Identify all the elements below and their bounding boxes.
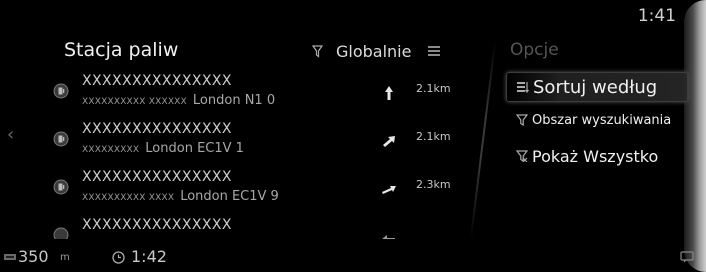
poi-list: XXXXXXXXXXXXXXX XXXXXXXXXX XXXXXX London …: [36, 73, 476, 239]
list-item[interactable]: XXXXXXXXXXXXXXX XXXXXXXXXX XXXX London EC…: [36, 169, 476, 217]
filter-clear-icon: [516, 150, 528, 162]
poi-name: XXXXXXXXXXXXXXX: [82, 73, 232, 89]
poi-address: XXXXXXXXXX XXXX London EC1V 9: [82, 189, 279, 204]
clock: 1:41: [637, 6, 676, 26]
show-all-label: Pokaż Wszystko: [532, 146, 659, 166]
list-item[interactable]: XXXXXXXXXXXXXXX: [36, 217, 476, 239]
list-title: Stacja paliw: [64, 39, 179, 61]
right-up-arrow-icon: [382, 186, 396, 194]
poi-list-panel: Stacja paliw Globalnie XXXXXXXXXXXXXXX X…: [36, 33, 476, 245]
sort-by-label: Sortuj według: [533, 76, 658, 98]
list-header: Stacja paliw Globalnie: [36, 33, 476, 65]
list-item[interactable]: XXXXXXXXXXXXXXX XXXXXXXXXX XXXXXX London …: [36, 73, 476, 121]
fuel-station-icon: [53, 83, 69, 99]
arrival-time: 1:42: [131, 247, 167, 266]
poi-distance: 2.1km: [416, 130, 451, 143]
show-all-option[interactable]: Pokaż Wszystko: [506, 142, 686, 170]
poi-name: XXXXXXXXXXXXXXX: [82, 169, 232, 185]
clock-icon: [112, 251, 125, 264]
poi-address-masked: XXXXXXXXX: [82, 145, 140, 155]
map-scale-value: 350: [18, 247, 49, 266]
list-item[interactable]: XXXXXXXXXXXXXXX XXXXXXXXX London EC1V 1 2…: [36, 121, 476, 169]
filter-icon: [516, 114, 528, 126]
poi-address-location: London N1 0: [192, 93, 276, 108]
map-scale-unit: m: [60, 252, 70, 263]
poi-distance: 2.1km: [416, 82, 451, 95]
poi-address-location: London EC1V 9: [180, 189, 279, 204]
fuel-station-icon: [53, 227, 69, 239]
up-right-arrow-icon: [383, 136, 395, 147]
search-area-option[interactable]: Obszar wyszukiwania: [506, 106, 686, 134]
fuel-station-icon: [53, 179, 69, 195]
poi-address: XXXXXXXXX London EC1V 1: [82, 141, 244, 156]
message-icon[interactable]: [680, 251, 694, 263]
list-menu-icon[interactable]: [428, 46, 440, 56]
search-area-label[interactable]: Globalnie: [336, 42, 411, 61]
search-area-label: Obszar wyszukiwania: [532, 112, 672, 128]
options-title: Opcje: [510, 40, 559, 60]
poi-address-masked: XXXXXXXXXX XXXX: [82, 193, 175, 203]
poi-name: XXXXXXXXXXXXXXX: [82, 217, 232, 233]
sort-list-icon: [517, 82, 529, 93]
poi-address-masked: XXXXXXXXXX XXXXXX: [82, 97, 187, 107]
left-arrow-icon: [382, 235, 395, 239]
navigation-screen: 1:41 ‹ Stacja paliw Globalnie XXXXXXXXXX…: [0, 0, 706, 272]
bottom-status-bar: 350 m 1:42: [0, 245, 706, 272]
poi-distance: 2.3km: [416, 178, 451, 191]
map-scale-icon: [4, 254, 16, 260]
poi-address-location: London EC1V 1: [145, 141, 244, 156]
options-panel: Opcje Sortuj według Obszar wyszukiwania …: [498, 34, 693, 184]
sort-by-option[interactable]: Sortuj według: [506, 72, 688, 102]
back-chevron-icon[interactable]: ‹: [7, 124, 14, 145]
poi-name: XXXXXXXXXXXXXXX: [82, 121, 232, 137]
up-arrow-icon: [385, 86, 393, 100]
filter-icon[interactable]: [312, 45, 323, 58]
poi-address: XXXXXXXXXX XXXXXX London N1 0: [82, 93, 275, 108]
fuel-station-icon: [53, 131, 69, 147]
